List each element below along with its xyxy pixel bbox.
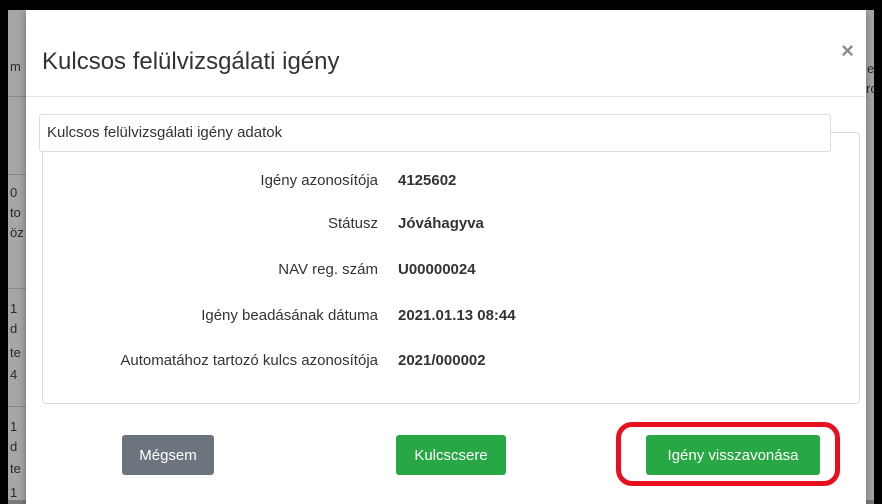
field-value: 2021.01.13 08:44 — [398, 307, 516, 324]
field-value: U00000024 — [398, 261, 476, 278]
background-text: d — [10, 321, 18, 336]
frame-border — [0, 0, 882, 10]
field-value: 2021/000002 — [398, 352, 486, 369]
field-row-key-id: Automatához tartozó kulcs azonosítója 20… — [42, 352, 858, 374]
field-row-status: Státusz Jóváhagyva — [42, 215, 858, 237]
field-label: Automatához tartozó kulcs azonosítója — [120, 352, 378, 369]
panel-heading-text: Kulcsos felülvizsgálati igény adatok — [47, 124, 283, 141]
modal-dialog: Kulcsos felülvizsgálati igény × Kulcsos … — [26, 10, 866, 504]
field-row-submit-date: Igény beadásának dátuma 2021.01.13 08:44 — [42, 307, 858, 329]
background-text: d — [10, 439, 18, 454]
field-value: Jóváhagyva — [398, 215, 484, 232]
background-text: 1 — [10, 419, 18, 434]
field-row-request-id: Igény azonosítója 4125602 — [42, 172, 858, 194]
frame-border — [874, 0, 882, 504]
background-divider — [8, 96, 26, 97]
background-text: 1 — [10, 301, 18, 316]
background-text: te — [10, 461, 21, 476]
background-divider — [8, 406, 26, 407]
frame-border — [0, 0, 8, 504]
background-divider — [8, 174, 26, 175]
cancel-button[interactable]: Mégsem — [122, 435, 214, 475]
background-text: te — [10, 345, 21, 360]
background-text: m — [10, 59, 21, 74]
modal-title: Kulcsos felülvizsgálati igény — [42, 48, 340, 75]
panel-heading: Kulcsos felülvizsgálati igény adatok — [39, 114, 831, 152]
background-text: to — [10, 205, 21, 220]
background-text: öz — [10, 225, 24, 240]
field-label: NAV reg. szám — [278, 261, 378, 278]
background-text: 0 — [10, 185, 18, 200]
withdraw-request-button[interactable]: Igény visszavonása — [646, 435, 820, 475]
background-divider — [8, 288, 26, 289]
field-label: Igény beadásának dátuma — [201, 307, 378, 324]
field-label: Státusz — [327, 215, 378, 232]
field-row-nav-reg: NAV reg. szám U00000024 — [42, 261, 858, 283]
close-icon[interactable]: × — [841, 40, 854, 62]
background-text: 1 — [10, 485, 18, 500]
background-text: 4 — [10, 367, 18, 382]
field-label: Igény azonosítója — [260, 172, 378, 189]
field-value: 4125602 — [398, 172, 457, 189]
key-swap-button[interactable]: Kulcscsere — [396, 435, 506, 475]
modal-header: Kulcsos felülvizsgálati igény × — [26, 10, 866, 97]
